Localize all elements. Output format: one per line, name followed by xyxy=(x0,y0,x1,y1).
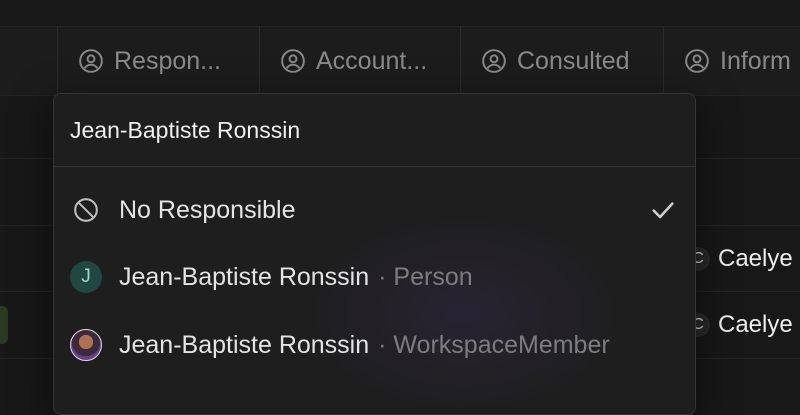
avatar xyxy=(70,329,102,361)
no-entry-icon xyxy=(70,194,102,226)
menu-item-type: · Person xyxy=(378,262,473,291)
menu-item-type: · WorkspaceMember xyxy=(378,330,610,359)
menu-item-label: Jean-Baptiste Ronssin xyxy=(119,330,370,359)
avatar-container: J xyxy=(70,261,102,293)
menu-item-no-responsible[interactable]: No Responsible xyxy=(54,179,695,241)
tag-chip[interactable] xyxy=(0,306,8,344)
column-header-informed[interactable]: Inform xyxy=(663,27,800,95)
menu-item-person[interactable]: J Jean-Baptiste Ronssin · Person xyxy=(54,246,695,308)
table-header: Respon... Account... Consulted Inform xyxy=(0,26,800,96)
avatar: J xyxy=(70,261,102,293)
column-header-accountable[interactable]: Account... xyxy=(259,27,460,95)
column-header-responsible[interactable]: Respon... xyxy=(57,27,259,95)
responsible-dropdown: No Responsible J Jean-Baptiste Ronssin ·… xyxy=(53,93,696,415)
menu-item-label: No Responsible xyxy=(119,195,296,224)
person-chip-label: Caelye xyxy=(718,245,793,272)
check-icon xyxy=(649,196,677,231)
search-input[interactable] xyxy=(54,94,695,167)
column-header-label: Account... xyxy=(316,46,428,75)
menu-item-workspace-member[interactable]: Jean-Baptiste Ronssin · WorkspaceMember xyxy=(54,314,695,376)
person-chip-label: Caelye xyxy=(718,311,793,338)
user-circle-icon xyxy=(281,49,305,73)
column-header-label: Consulted xyxy=(517,46,630,75)
column-header-consulted[interactable]: Consulted xyxy=(460,27,663,95)
column-header-label: Inform xyxy=(720,46,791,75)
avatar-container xyxy=(70,329,102,361)
column-header-label: Respon... xyxy=(114,46,222,75)
user-circle-icon xyxy=(79,49,103,73)
menu-item-label: Jean-Baptiste Ronssin xyxy=(119,262,370,291)
person-chip[interactable]: C Caelye xyxy=(686,244,793,274)
person-chip[interactable]: C Caelye xyxy=(686,310,793,340)
user-circle-icon xyxy=(685,49,709,73)
user-circle-icon xyxy=(482,49,506,73)
